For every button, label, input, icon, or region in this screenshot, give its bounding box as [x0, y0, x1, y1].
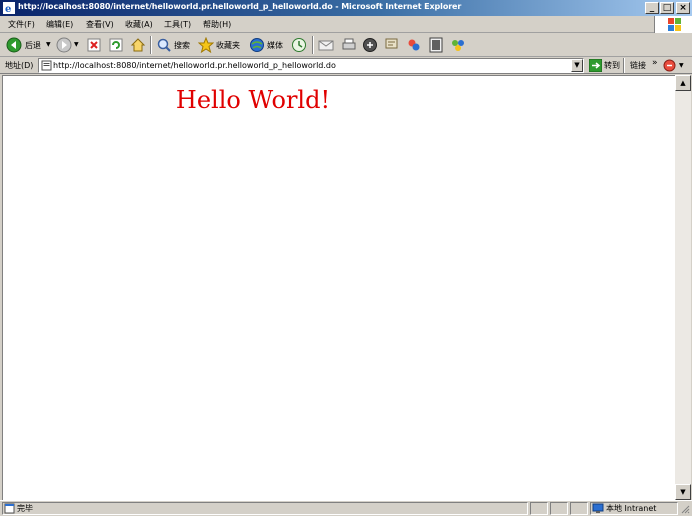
status-panel — [550, 502, 568, 515]
research-icon[interactable] — [428, 37, 444, 53]
svg-text:e: e — [5, 4, 11, 14]
go-arrow-icon[interactable] — [589, 59, 602, 72]
print-icon[interactable] — [341, 37, 357, 53]
status-panel — [570, 502, 588, 515]
menu-favorites[interactable]: 收藏(A) — [125, 19, 153, 30]
favorites-label[interactable]: 收藏夹 — [216, 40, 240, 51]
mail-icon[interactable] — [318, 37, 334, 53]
refresh-icon[interactable] — [108, 37, 124, 53]
close-button[interactable]: × — [676, 2, 690, 14]
ie-logo-icon: e — [3, 2, 15, 14]
search-label[interactable]: 搜索 — [174, 40, 190, 51]
window-title: http://localhost:8080/internet/helloworl… — [18, 2, 462, 11]
intranet-icon — [592, 503, 604, 513]
links-button[interactable]: 链接 — [630, 60, 646, 71]
home-icon[interactable] — [130, 37, 146, 53]
back-dropdown-icon[interactable]: ▼ — [46, 41, 51, 48]
address-dropdown-icon[interactable]: ▼ — [571, 59, 583, 72]
page-status-icon — [4, 503, 15, 514]
address-url[interactable]: http://localhost:8080/internet/helloworl… — [53, 61, 336, 70]
windows-logo-icon — [654, 16, 692, 33]
menu-file[interactable]: 文件(F) — [8, 19, 35, 30]
forward-dropdown-icon[interactable]: ▼ — [74, 41, 79, 48]
address-separator — [623, 58, 625, 73]
page-icon — [41, 60, 52, 71]
msn-icon[interactable] — [450, 37, 466, 53]
translate-dropdown-icon[interactable]: ▼ — [679, 62, 684, 69]
menu-help[interactable]: 帮助(H) — [203, 19, 231, 30]
favorites-star-icon[interactable] — [198, 37, 214, 53]
menu-bar: 文件(F) 编辑(E) 查看(V) 收藏(A) 工具(T) 帮助(H) — [0, 16, 692, 33]
links-chevron[interactable]: » — [652, 58, 658, 68]
status-main-panel — [2, 502, 528, 515]
toolbar-separator — [312, 36, 314, 54]
menu-view[interactable]: 查看(V) — [86, 19, 114, 30]
menu-tools[interactable]: 工具(T) — [164, 19, 191, 30]
hello-heading: Hello World! — [175, 86, 331, 114]
scroll-up-button[interactable]: ▲ — [675, 75, 691, 91]
address-input[interactable]: http://localhost:8080/internet/helloworl… — [38, 58, 584, 73]
scroll-down-button[interactable]: ▼ — [675, 484, 691, 500]
edit-icon[interactable] — [362, 37, 378, 53]
status-panel — [530, 502, 548, 515]
status-text: 完毕 — [17, 504, 33, 513]
resize-grip-icon[interactable] — [680, 504, 690, 514]
minimize-button[interactable]: _ — [645, 2, 659, 14]
toolbar-separator — [150, 36, 152, 54]
search-icon[interactable] — [156, 37, 172, 53]
title-bar[interactable]: e http://localhost:8080/internet/hellowo… — [0, 0, 692, 16]
history-icon[interactable] — [291, 37, 307, 53]
back-label[interactable]: 后退 — [25, 40, 41, 51]
status-bar: 完毕 本地 Intranet — [0, 500, 692, 515]
media-label[interactable]: 媒体 — [267, 40, 283, 51]
toolbar: 后退 ▼ ▼ 搜索 收藏夹 媒体 — [0, 33, 692, 57]
forward-icon[interactable] — [56, 37, 72, 53]
translate-icon[interactable] — [663, 59, 676, 72]
discuss-icon[interactable] — [384, 37, 400, 53]
go-button[interactable]: 转到 — [604, 60, 620, 71]
media-icon[interactable] — [249, 37, 265, 53]
address-bar: 地址(D) http://localhost:8080/internet/hel… — [0, 57, 692, 74]
messenger-icon[interactable] — [406, 37, 422, 53]
maximize-button[interactable]: □ — [660, 2, 674, 14]
page-content: Hello World! — [2, 75, 675, 500]
stop-icon[interactable] — [86, 37, 102, 53]
vertical-scrollbar[interactable]: ▲ ▼ — [675, 75, 691, 500]
menu-edit[interactable]: 编辑(E) — [46, 19, 73, 30]
back-icon[interactable] — [6, 37, 22, 53]
zone-label: 本地 Intranet — [606, 504, 657, 513]
address-label: 地址(D) — [5, 61, 34, 70]
